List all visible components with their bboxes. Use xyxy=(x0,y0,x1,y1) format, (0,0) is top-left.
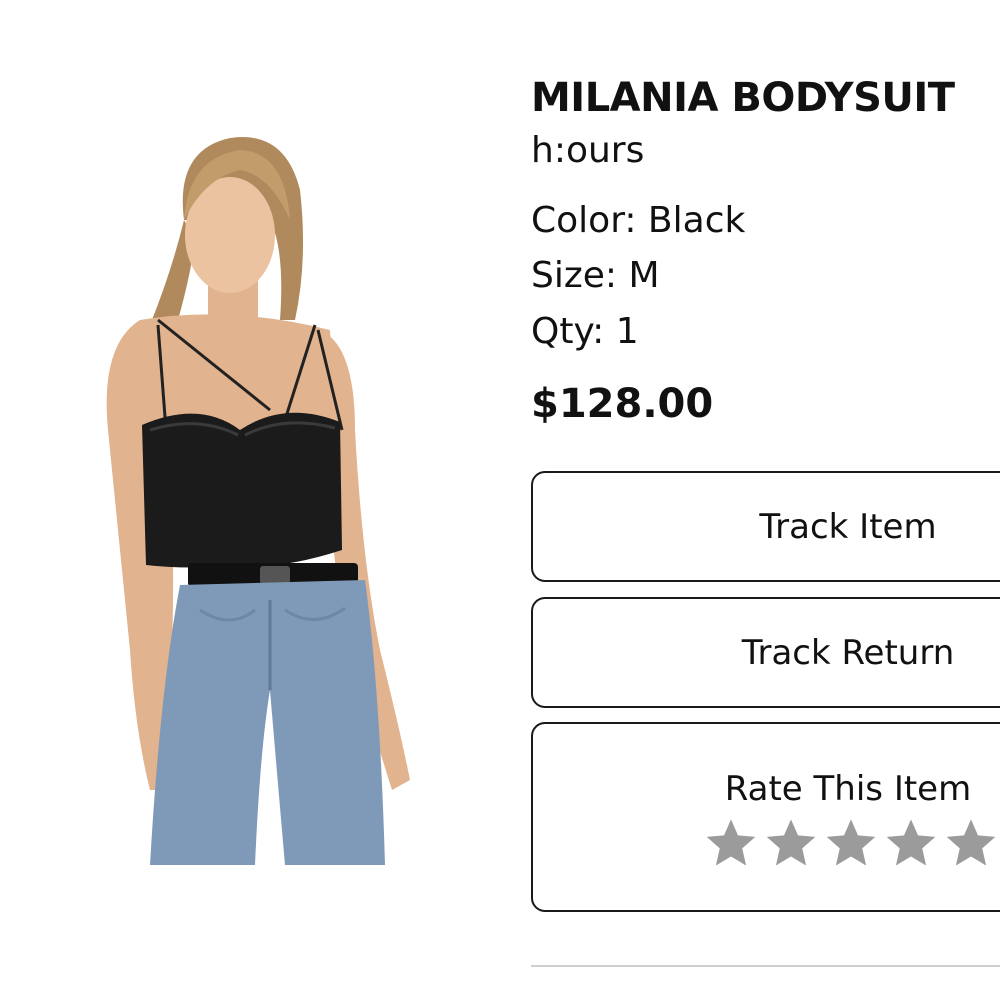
star-icon[interactable] xyxy=(884,816,938,870)
track-return-button[interactable]: Track Return xyxy=(531,597,1000,708)
star-icon[interactable] xyxy=(764,816,818,870)
product-price: $128.00 xyxy=(531,381,714,427)
star-icon[interactable] xyxy=(704,816,758,870)
product-image xyxy=(80,130,460,865)
rate-item-label: Rate This Item xyxy=(724,769,972,809)
product-quantity: Qty: 1 xyxy=(531,311,639,352)
rating-stars xyxy=(704,816,998,870)
product-brand: h:ours xyxy=(531,130,645,171)
track-item-button[interactable]: Track Item xyxy=(531,471,1000,582)
product-size: Size: M xyxy=(531,255,660,296)
track-item-label: Track Item xyxy=(759,507,937,547)
rate-item-panel: Rate This Item xyxy=(531,722,1000,912)
track-return-label: Track Return xyxy=(741,633,955,673)
star-icon[interactable] xyxy=(944,816,998,870)
divider xyxy=(531,965,1000,967)
product-photo-icon xyxy=(106,137,410,865)
product-title: MILANIA BODYSUIT xyxy=(531,75,955,121)
product-color: Color: Black xyxy=(531,200,746,241)
star-icon[interactable] xyxy=(824,816,878,870)
